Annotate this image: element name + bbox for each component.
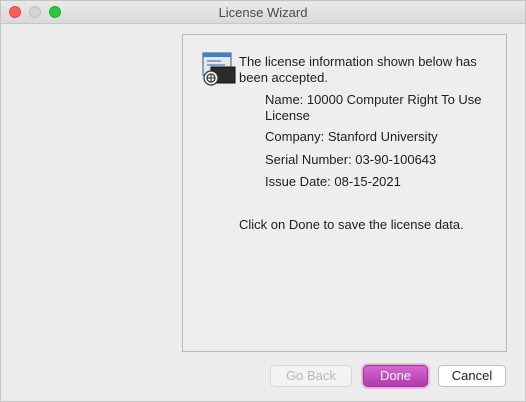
license-name: Name: 10000 Computer Right To Use Licens…	[265, 92, 482, 123]
license-wizard-window: License Wizard The license information s…	[0, 0, 526, 402]
done-button[interactable]: Done	[363, 365, 428, 387]
license-company: Company: Stanford University	[265, 129, 438, 144]
done-instruction: Click on Done to save the license data.	[239, 217, 464, 232]
license-certificate-icon	[202, 52, 236, 86]
accepted-message: The license information shown below has …	[239, 54, 477, 85]
go-back-button: Go Back	[270, 365, 352, 387]
license-info-panel: The license information shown below has …	[182, 34, 507, 352]
cancel-button[interactable]: Cancel	[438, 365, 506, 387]
license-issue-date: Issue Date: 08-15-2021	[265, 174, 401, 189]
license-serial-number: Serial Number: 03-90-100643	[265, 152, 437, 167]
window-title: License Wizard	[218, 5, 308, 20]
title-bar[interactable]: License Wizard	[1, 1, 525, 24]
